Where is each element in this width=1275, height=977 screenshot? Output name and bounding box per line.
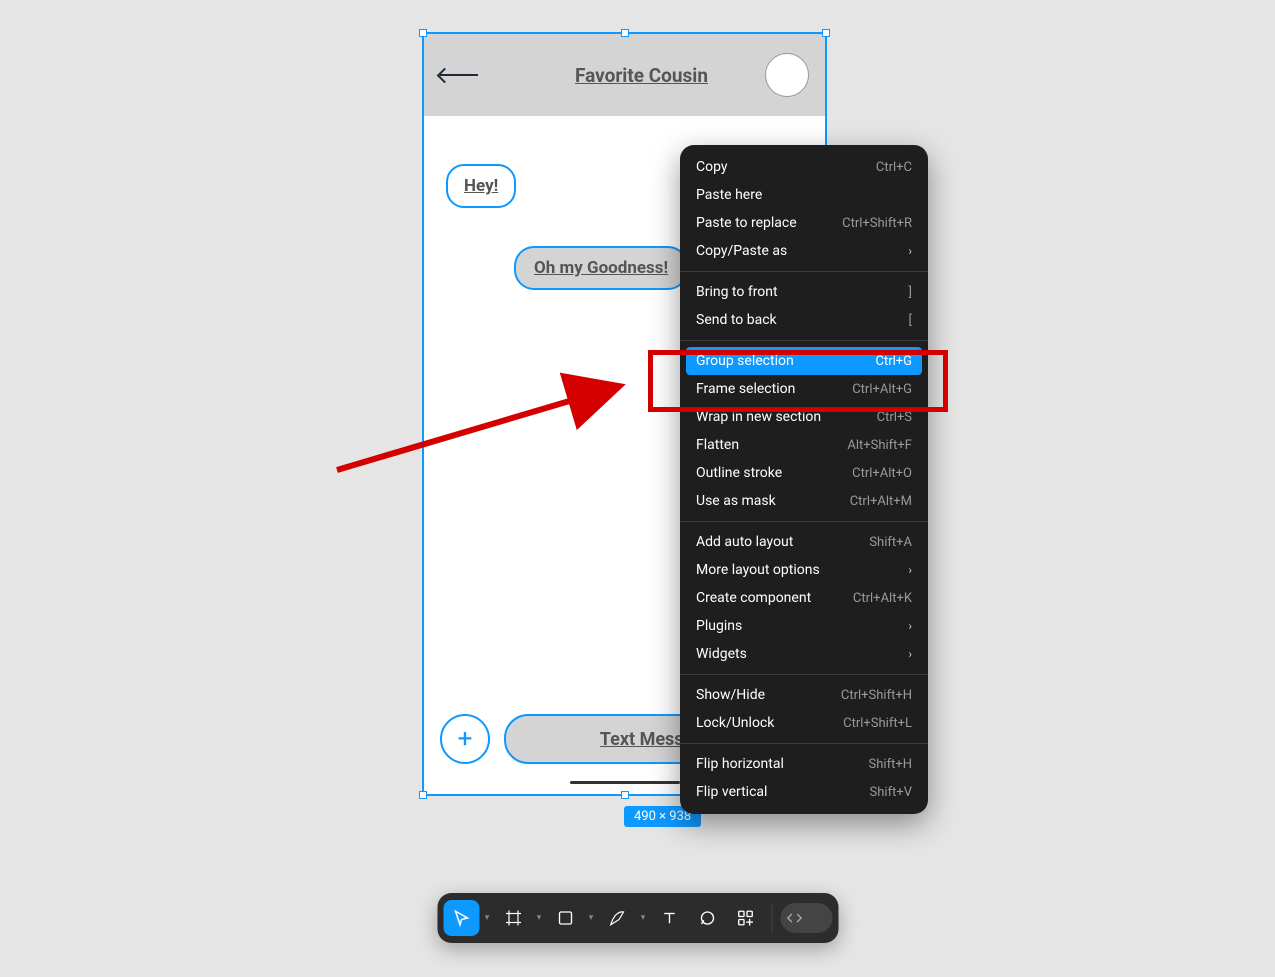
chevron-down-icon[interactable]: ▾ [481, 913, 493, 923]
context-menu-label: Create component [696, 590, 811, 606]
frame-tool[interactable] [495, 900, 531, 936]
context-menu-item[interactable]: Plugins › [680, 612, 928, 640]
context-menu-shortcut: Ctrl+Shift+H [841, 688, 912, 703]
context-menu: Copy Ctrl+C Paste here Paste to replace Ctrl… [680, 145, 928, 814]
context-menu-label: Copy [696, 159, 728, 175]
pen-tool[interactable] [599, 900, 635, 936]
context-menu-shortcut: Alt+Shift+F [847, 438, 912, 453]
context-menu-separator [680, 743, 928, 744]
context-menu-item[interactable]: Copy/Paste as › [680, 237, 928, 265]
context-menu-label: Paste here [696, 187, 762, 203]
context-menu-shortcut: ] [909, 285, 912, 300]
context-menu-label: Paste to replace [696, 215, 797, 231]
context-menu-shortcut: Ctrl+C [876, 160, 912, 175]
context-menu-separator [680, 674, 928, 675]
chat-header: Favorite Cousin [424, 34, 825, 116]
context-menu-item[interactable]: Flatten Alt+Shift+F [680, 431, 928, 459]
context-menu-item[interactable]: Bring to front] [680, 278, 928, 306]
move-tool[interactable] [443, 900, 479, 936]
chevron-right-icon: › [898, 563, 912, 577]
context-menu-label: Send to back [696, 312, 777, 328]
context-menu-label: Show/Hide [696, 687, 765, 703]
context-menu-shortcut: Shift+V [870, 785, 912, 800]
context-menu-label: Copy/Paste as [696, 243, 787, 259]
context-menu-item[interactable]: Frame selection Ctrl+Alt+G [680, 375, 928, 403]
context-menu-separator [680, 340, 928, 341]
rectangle-tool[interactable] [547, 900, 583, 936]
comment-tool[interactable] [689, 900, 725, 936]
chevron-right-icon: › [898, 244, 912, 258]
chevron-right-icon: › [898, 619, 912, 633]
context-menu-item[interactable]: Copy Ctrl+C [680, 153, 928, 181]
context-menu-item[interactable]: Show/Hide Ctrl+Shift+H [680, 681, 928, 709]
context-menu-item[interactable]: Paste here [680, 181, 928, 209]
chevron-down-icon[interactable]: ▾ [533, 913, 545, 923]
chat-bubble-outgoing[interactable]: Oh my Goodness! [514, 246, 688, 290]
text-tool[interactable] [651, 900, 687, 936]
context-menu-shortcut: Ctrl+Alt+O [852, 466, 912, 481]
chat-title: Favorite Cousin [518, 64, 765, 87]
context-menu-item[interactable]: Group selection Ctrl+G [686, 347, 922, 375]
context-menu-item[interactable]: Wrap in new section Ctrl+S [680, 403, 928, 431]
context-menu-item[interactable]: Add auto layout Shift+A [680, 528, 928, 556]
context-menu-label: Bring to front [696, 284, 778, 300]
chevron-down-icon[interactable]: ▾ [637, 913, 649, 923]
chevron-down-icon[interactable]: ▾ [585, 913, 597, 923]
context-menu-label: Frame selection [696, 381, 795, 397]
selection-handle[interactable] [419, 29, 427, 37]
context-menu-shortcut: Ctrl+Shift+L [843, 716, 912, 731]
context-menu-item[interactable]: More layout options › [680, 556, 928, 584]
context-menu-label: Flip horizontal [696, 756, 784, 772]
selection-handle[interactable] [621, 29, 629, 37]
actions-tool[interactable] [727, 900, 763, 936]
selection-handle[interactable] [419, 791, 427, 799]
context-menu-label: Add auto layout [696, 534, 793, 550]
context-menu-label: Wrap in new section [696, 409, 821, 425]
context-menu-shortcut: Shift+A [869, 535, 912, 550]
avatar[interactable] [765, 53, 809, 97]
context-menu-label: Lock/Unlock [696, 715, 774, 731]
context-menu-item[interactable]: Lock/Unlock Ctrl+Shift+L [680, 709, 928, 737]
context-menu-separator [680, 521, 928, 522]
context-menu-item[interactable]: Create component Ctrl+Alt+K [680, 584, 928, 612]
context-menu-label: Group selection [696, 353, 794, 369]
context-menu-item[interactable]: Send to back [ [680, 306, 928, 334]
context-menu-shortcut: Ctrl+Alt+M [850, 494, 912, 509]
context-menu-label: Widgets [696, 646, 747, 662]
context-menu-shortcut: Ctrl+Alt+K [853, 591, 912, 606]
context-menu-item[interactable]: Outline stroke Ctrl+Alt+O [680, 459, 928, 487]
context-menu-shortcut: Shift+H [869, 757, 912, 772]
chat-bubble-incoming[interactable]: Hey! [446, 164, 516, 208]
selection-handle[interactable] [822, 29, 830, 37]
context-menu-item[interactable]: Paste to replace Ctrl+Shift+R [680, 209, 928, 237]
context-menu-shortcut: Ctrl+Alt+G [852, 382, 912, 397]
context-menu-shortcut: [ [909, 313, 912, 328]
context-menu-item[interactable]: Widgets › [680, 640, 928, 668]
add-attachment-button[interactable]: + [440, 714, 490, 764]
back-arrow-icon[interactable] [440, 74, 478, 77]
context-menu-item[interactable]: Flip vertical Shift+V [680, 778, 928, 806]
context-menu-label: More layout options [696, 562, 820, 578]
context-menu-label: Plugins [696, 618, 742, 634]
context-menu-shortcut: Ctrl+Shift+R [842, 216, 912, 231]
context-menu-label: Use as mask [696, 493, 776, 509]
context-menu-label: Flatten [696, 437, 739, 453]
context-menu-separator [680, 271, 928, 272]
context-menu-item[interactable]: Use as mask Ctrl+Alt+M [680, 487, 928, 515]
selection-handle[interactable] [621, 791, 629, 799]
toolbar-divider [771, 904, 772, 932]
context-menu-label: Outline stroke [696, 465, 782, 481]
context-menu-shortcut: Ctrl+G [875, 354, 912, 369]
context-menu-item[interactable]: Flip horizontal Shift+H [680, 750, 928, 778]
context-menu-shortcut: Ctrl+S [877, 410, 912, 425]
toolbar: ▾ ▾ ▾ ▾ [437, 893, 838, 943]
chevron-right-icon: › [898, 647, 912, 661]
context-menu-label: Flip vertical [696, 784, 767, 800]
dev-mode-toggle[interactable] [780, 903, 832, 933]
home-indicator [570, 781, 680, 784]
